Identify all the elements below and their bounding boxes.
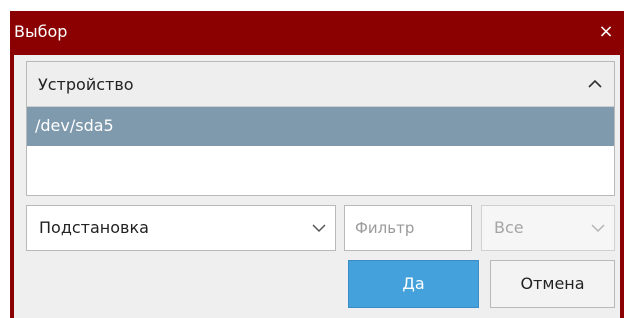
- filter-input[interactable]: [344, 205, 472, 251]
- scope-select-value: Все: [494, 218, 524, 237]
- substitution-select[interactable]: Подстановка: [26, 205, 336, 251]
- substitution-select-value: Подстановка: [39, 218, 149, 237]
- list-column-header[interactable]: Устройство: [27, 62, 614, 107]
- ok-button[interactable]: Да: [348, 260, 479, 308]
- device-list: Устройство /dev/sda5: [26, 61, 615, 196]
- cancel-button[interactable]: Отмена: [490, 260, 615, 308]
- list-item[interactable]: /dev/sda5: [27, 107, 614, 146]
- dialog-content: Устройство /dev/sda5 Подстановка Все Да …: [14, 55, 620, 318]
- dialog-titlebar: Выбор ×: [10, 11, 624, 55]
- chevron-down-icon: [312, 224, 326, 233]
- selection-dialog: Выбор × Устройство /dev/sda5 Подстановка…: [10, 11, 624, 318]
- column-header-label: Устройство: [38, 75, 134, 94]
- close-button[interactable]: ×: [596, 21, 616, 43]
- chevron-up-icon: [588, 79, 602, 88]
- dialog-title: Выбор: [14, 22, 68, 41]
- scope-select[interactable]: Все: [481, 205, 615, 251]
- chevron-down-icon: [591, 224, 605, 233]
- list-item-label: /dev/sda5: [35, 116, 114, 135]
